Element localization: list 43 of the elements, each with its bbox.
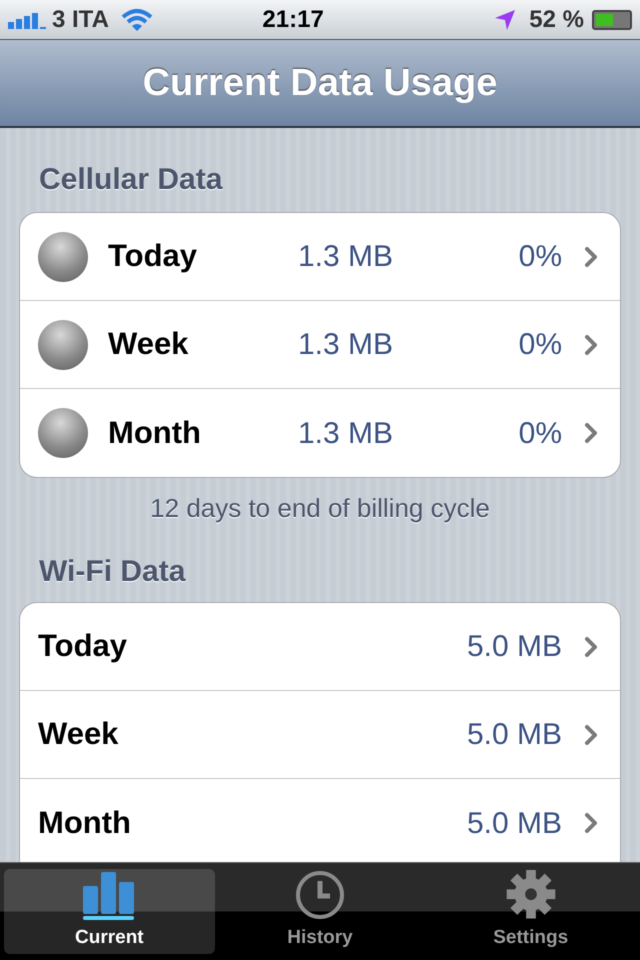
location-arrow-icon <box>493 8 518 32</box>
period-label: Month <box>108 414 202 452</box>
chevron-icon <box>584 334 598 356</box>
amount-value: 1.3 MB <box>298 239 394 275</box>
usage-row[interactable]: Month 1.3 MB 0% <box>20 389 620 477</box>
period-label: Today <box>38 627 128 666</box>
amount-value: 5.0 MB <box>466 806 562 842</box>
period-label: Month <box>38 804 132 842</box>
period-label: Today <box>108 237 198 276</box>
tab-item[interactable]: Settings <box>425 869 636 954</box>
usage-row[interactable]: Today 5.0 MB <box>20 603 620 691</box>
amount-value: 5.0 MB <box>466 629 562 665</box>
clock-time: 21:17 <box>261 4 325 34</box>
amount-value: 5.0 MB <box>466 717 562 753</box>
amount-value: 1.3 MB <box>298 416 394 452</box>
gear-icon <box>504 869 557 920</box>
tab-item[interactable]: History <box>214 869 426 954</box>
period-label: Week <box>108 325 190 364</box>
usage-row[interactable]: Week 1.3 MB 0% <box>20 301 620 389</box>
percent-value: 0% <box>518 327 562 363</box>
section-header: Cellular Data <box>39 162 224 198</box>
chevron-icon <box>584 636 598 658</box>
billing-footer: 12 days to end of billing cycle <box>19 492 621 524</box>
wifi-icon <box>120 8 153 32</box>
percent-value: 0% <box>518 416 562 452</box>
usage-row[interactable]: Today 1.3 MB 0% <box>20 213 620 301</box>
usage-row[interactable]: Month 5.0 MB <box>20 779 620 862</box>
battery-icon <box>592 10 632 30</box>
tab-item[interactable]: Current <box>4 869 215 954</box>
chevron-icon <box>584 724 598 746</box>
chevron-icon <box>584 246 598 268</box>
section-header: Wi-Fi Data <box>39 554 187 590</box>
amount-value: 1.3 MB <box>298 327 394 363</box>
period-label: Week <box>38 715 120 754</box>
clock-icon <box>295 870 345 920</box>
chevron-icon <box>584 422 598 444</box>
battery-percent: 52 % <box>529 4 584 34</box>
screen-title: Current Data Usage <box>142 60 498 106</box>
carrier-name: 3 ITA <box>52 4 109 34</box>
bar-chart-icon <box>83 872 136 920</box>
percent-value: 0% <box>518 239 562 275</box>
chevron-icon <box>584 812 598 834</box>
usage-row[interactable]: Week 5.0 MB <box>20 691 620 779</box>
